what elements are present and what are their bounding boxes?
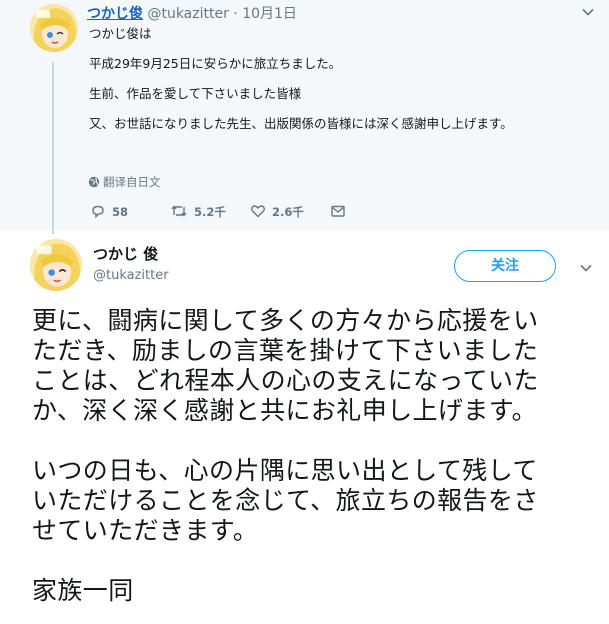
chevron-down-icon[interactable] bbox=[580, 4, 596, 20]
avatar[interactable] bbox=[30, 4, 78, 52]
tweet-line bbox=[32, 426, 602, 456]
translate-label: 翻译自日文 bbox=[103, 175, 161, 189]
tweet-line: 家族一同 bbox=[32, 576, 134, 605]
author-name[interactable]: つかじ俊 bbox=[87, 6, 143, 22]
tweet-text: つかじ俊は 平成29年9月25日に安らかに旅立ちました。 生前、作品を愛して下さ… bbox=[89, 26, 589, 131]
retweet-icon bbox=[171, 205, 187, 217]
translate-link[interactable]: 翻译自日文 bbox=[88, 174, 161, 190]
tweet-compact[interactable]: つかじ俊 @tukazitter · 10月1日 つかじ俊は 平成29年9月25… bbox=[0, 0, 609, 234]
thread-connector-line bbox=[52, 62, 54, 234]
reply-icon bbox=[92, 205, 104, 219]
retweet-button[interactable]: 5.2千 bbox=[170, 203, 226, 221]
tweet-line: 平成29年9月25日に安らかに旅立ちました。 bbox=[89, 56, 342, 71]
chevron-down-icon[interactable] bbox=[578, 260, 594, 276]
like-count: 2.6千 bbox=[272, 205, 304, 219]
tweet-line bbox=[32, 546, 602, 576]
tweet-line: か、深く深く感謝と共にお礼申し上げます。 bbox=[32, 396, 538, 425]
tweet-text-large: 更に、闘病に関して多くの方々から応援をい ただき、励ましの言葉を掛けて下さいまし… bbox=[32, 306, 602, 606]
reply-button[interactable]: 58 bbox=[90, 203, 128, 221]
globe-icon bbox=[88, 176, 100, 188]
separator-dot: · bbox=[233, 6, 238, 22]
reply-count: 58 bbox=[112, 205, 129, 219]
tweet-line: 更に、闘病に関して多くの方々から応援をい bbox=[32, 306, 539, 335]
tweet-line: せていただきます。 bbox=[32, 516, 259, 545]
author-handle[interactable]: @tukazitter bbox=[147, 6, 228, 22]
tweet-line: 生前、作品を愛して下さいました皆様 bbox=[89, 86, 302, 101]
retweet-count: 5.2千 bbox=[194, 205, 226, 219]
tweet-header: つかじ俊 @tukazitter · 10月1日 bbox=[87, 5, 297, 23]
tweet-line: 又、お世話になりました先生、出版関係の皆様には深く感謝申し上げます。 bbox=[89, 116, 513, 131]
timestamp-link[interactable]: 10月1日 bbox=[242, 6, 297, 22]
dm-icon bbox=[331, 205, 345, 217]
avatar[interactable] bbox=[30, 239, 82, 291]
tweet-line: いつの日も、心の片隅に思い出として残して bbox=[32, 456, 538, 485]
tweet-line: ただき、励ましの言葉を掛けて下さいました bbox=[32, 336, 539, 365]
tweet-line: ことは、どれ程本人の心の支えになっていた bbox=[32, 366, 539, 395]
follow-button[interactable]: 关注 bbox=[454, 250, 556, 282]
tweet-line bbox=[89, 101, 589, 116]
tweet-line: つかじ俊は bbox=[89, 26, 152, 41]
tweet-line bbox=[89, 71, 589, 86]
dm-button[interactable] bbox=[330, 203, 352, 221]
tweet-line bbox=[89, 41, 589, 56]
like-icon bbox=[250, 205, 266, 218]
tweet-line: いただけることを念じて、旅立ちの報告をさ bbox=[32, 486, 539, 515]
author-name[interactable]: つかじ 俊 bbox=[93, 245, 158, 263]
like-button[interactable]: 2.6千 bbox=[250, 203, 304, 221]
author-handle[interactable]: @tukazitter bbox=[93, 268, 169, 284]
